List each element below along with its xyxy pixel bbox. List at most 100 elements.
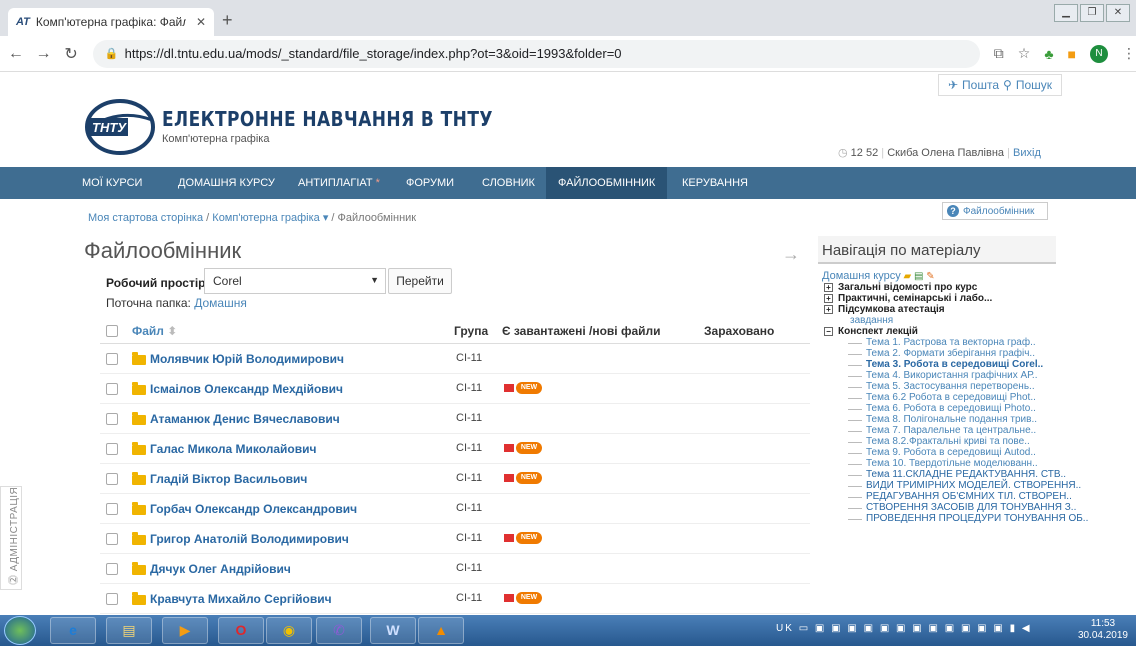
toggle-sidebar-arrow-icon[interactable]: → <box>782 244 800 265</box>
logout-link[interactable]: Вихід <box>1013 147 1041 159</box>
row-checkbox[interactable] <box>106 413 118 425</box>
student-folder-link[interactable]: Молявчик Юрій Володимирович <box>150 352 344 366</box>
tree-topic-link[interactable]: Тема 4. Використання графічних АР.. <box>822 370 1102 381</box>
browser-menu-icon[interactable]: ⋮ <box>1122 45 1136 62</box>
close-window-icon[interactable]: ✕ <box>1106 4 1130 22</box>
profile-avatar[interactable]: N <box>1089 44 1108 63</box>
chrome-icon[interactable]: ◉ <box>266 617 312 644</box>
tray-clock[interactable]: 11:53 30.04.2019 <box>1078 618 1128 642</box>
viber-icon[interactable]: ✆ <box>316 617 362 644</box>
menu-manage[interactable]: КЕРУВАННЯ <box>670 167 760 199</box>
search-link[interactable]: Пошук <box>1016 78 1052 92</box>
student-folder-link[interactable]: Гладій Віктор Васильович <box>150 472 307 486</box>
collapse-icon[interactable]: − <box>824 327 833 336</box>
restore-icon[interactable]: ❐ <box>1080 4 1104 22</box>
go-button[interactable]: Перейти <box>388 268 452 294</box>
col-file[interactable]: Файл ⬍ <box>132 324 177 338</box>
edit-pencil-icon[interactable]: ✎ <box>926 271 934 282</box>
new-tab-icon[interactable]: + <box>222 10 233 31</box>
menu-course-home[interactable]: ДОМАШНЯ КУРСУ <box>166 167 287 199</box>
row-checkbox[interactable] <box>106 383 118 395</box>
tree-section-general[interactable]: + Загальні відомості про курс <box>822 282 1102 293</box>
browser-tab[interactable]: AT Комп'ютерна графіка: Файлооб ✕ <box>8 8 214 36</box>
tree-topic-link[interactable]: Тема 8. Полігональне подання трив.. <box>822 414 1102 425</box>
admin-side-tab[interactable]: ⓶ АДМІНІСТРАЦІЯ <box>0 486 22 590</box>
back-icon[interactable]: ← <box>4 45 28 63</box>
tree-topic-link[interactable]: СТВОРЕННЯ ЗАСОБІВ ДЛЯ ТОНУВАННЯ З.. <box>822 502 1102 513</box>
explorer-icon[interactable]: ▤ <box>106 617 152 644</box>
address-bar[interactable]: 🔒 https://dl.tntu.edu.ua/mods/_standard/… <box>92 39 980 68</box>
bookmark-star-icon[interactable]: ☆ <box>1018 45 1031 62</box>
student-folder-link[interactable]: Григор Анатолій Володимирович <box>150 532 349 546</box>
ie-icon[interactable]: e <box>50 617 96 644</box>
tree-topic-link[interactable]: РЕДАГУВАННЯ ОБ'ЄМНИХ ТІЛ. СТВОРЕН.. <box>822 491 1102 502</box>
student-folder-link[interactable]: Ісмаілов Олександр Мехдійович <box>150 382 343 396</box>
reload-icon[interactable]: ↻ <box>59 44 83 64</box>
tree-topic-link[interactable]: ВИДИ ТРИМІРНИХ МОДЕЛЕЙ. СТВОРЕННЯ.. <box>822 480 1102 491</box>
student-folder-link[interactable]: Атаманюк Денис Вячеславович <box>150 412 340 426</box>
start-button-icon[interactable] <box>4 616 36 645</box>
tree-icon[interactable]: ▤ <box>914 271 923 282</box>
menu-file-storage[interactable]: ФАЙЛООБМІННИК <box>546 167 668 199</box>
vlc-icon[interactable]: ▲ <box>418 617 464 644</box>
dropdown-caret-icon[interactable]: ▾ <box>323 212 329 224</box>
tree-topic-link[interactable]: Тема 6.2 Робота в середовищі Phot.. <box>822 392 1102 403</box>
translate-icon[interactable]: ⧉ <box>994 45 1004 62</box>
tree-topic-link[interactable]: Тема 3. Робота в середовищі Corel.. <box>822 359 1102 370</box>
tree-topic-link[interactable]: Тема 6. Робота в середовищі Photo.. <box>822 403 1102 414</box>
row-checkbox[interactable] <box>106 503 118 515</box>
folder-icon[interactable]: ▰ <box>904 271 912 282</box>
tntu-logo[interactable]: ТНТУ <box>84 98 156 156</box>
row-checkbox[interactable] <box>106 353 118 365</box>
media-player-icon[interactable]: ▶ <box>162 617 208 644</box>
student-folder-link[interactable]: Дячук Олег Андрійович <box>150 562 291 576</box>
tab-close-icon[interactable]: ✕ <box>196 15 206 29</box>
forward-icon[interactable]: → <box>32 45 56 63</box>
tree-section-lectures[interactable]: − Конспект лекцій <box>822 326 1102 337</box>
opera-icon[interactable]: O <box>218 617 264 644</box>
row-checkbox[interactable] <box>106 593 118 605</box>
tree-topic-link[interactable]: Тема 9. Робота в середовищі Autod.. <box>822 447 1102 458</box>
mail-link[interactable]: Пошта <box>962 78 999 92</box>
tree-tasks[interactable]: завдання <box>822 315 1102 326</box>
help-button[interactable]: ? Файлообмінник <box>942 202 1048 220</box>
breadcrumb-course[interactable]: Комп'ютерна графіка <box>212 212 319 224</box>
expand-icon[interactable]: + <box>824 283 833 292</box>
menu-antiplagiat[interactable]: АНТИПЛАГІАТ * <box>286 167 392 199</box>
tray-icons[interactable]: ▭ ▣ ▣ ▣ ▣ ▣ ▣ ▣ ▣ ▣ ▣ ▣ ▣ ▮ ◀ <box>799 623 1032 634</box>
tree-section-practical[interactable]: + Практичні, семінарські і лабо... <box>822 293 1102 304</box>
tree-topic-link[interactable]: Тема 5. Застосування перетворень.. <box>822 381 1102 392</box>
clock-time: 11:53 <box>1090 618 1116 629</box>
breadcrumb-home[interactable]: Моя стартова сторінка <box>88 212 203 224</box>
expand-icon[interactable]: + <box>824 305 833 314</box>
current-folder-link[interactable]: Домашня <box>194 296 247 310</box>
student-folder-link[interactable]: Галас Микола Миколайович <box>150 442 316 456</box>
tree-topic-link[interactable]: Тема 8.2.Фрактальні криві та пове.. <box>822 436 1102 447</box>
tree-topic-link[interactable]: Тема 2. Формати зберігання графіч.. <box>822 348 1102 359</box>
site-title[interactable]: ЕЛЕКТРОННЕ НАВЧАННЯ В ТНТУ <box>162 107 493 131</box>
language-indicator[interactable]: UK <box>776 623 794 634</box>
row-checkbox[interactable] <box>106 473 118 485</box>
row-checkbox[interactable] <box>106 443 118 455</box>
menu-glossary[interactable]: СЛОВНИК <box>470 167 547 199</box>
word-icon[interactable]: W <box>370 617 416 644</box>
student-folder-link[interactable]: Кравчута Михайло Сергійович <box>150 592 332 606</box>
workspace-select[interactable]: Corel ▼ <box>204 268 386 294</box>
student-folder-link[interactable]: Горбач Олександр Олександрович <box>150 502 357 516</box>
expand-icon[interactable]: + <box>824 294 833 303</box>
menu-forums[interactable]: ФОРУМИ <box>394 167 466 199</box>
row-checkbox[interactable] <box>106 563 118 575</box>
tree-home-link[interactable]: Домашня курсу <box>822 270 901 282</box>
select-all-checkbox[interactable] <box>106 325 118 337</box>
tree-topic-link[interactable]: Тема 1. Растрова та векторна граф.. <box>822 337 1102 348</box>
extension-icon[interactable]: ♣ <box>1044 46 1053 62</box>
tree-topic-link[interactable]: Тема 7. Паралельне та центральне.. <box>822 425 1102 436</box>
extension-orange-icon[interactable]: ■ <box>1068 46 1076 62</box>
tree-section-final[interactable]: + Підсумкова атестація <box>822 304 1102 315</box>
tree-topic-link[interactable]: ПРОВЕДЕННЯ ПРОЦЕДУРИ ТОНУВАННЯ ОБ.. <box>822 513 1102 524</box>
tree-topic-link[interactable]: Тема 10. Твердотільне моделюванн.. <box>822 458 1102 469</box>
tree-topic-link[interactable]: Тема 11.СКЛАДНЕ РЕДАКТУВАННЯ. СТВ.. <box>822 469 1102 480</box>
row-checkbox[interactable] <box>106 533 118 545</box>
menu-my-courses[interactable]: МОЇ КУРСИ <box>70 167 154 199</box>
minimize-icon[interactable]: ▁ <box>1054 4 1078 22</box>
